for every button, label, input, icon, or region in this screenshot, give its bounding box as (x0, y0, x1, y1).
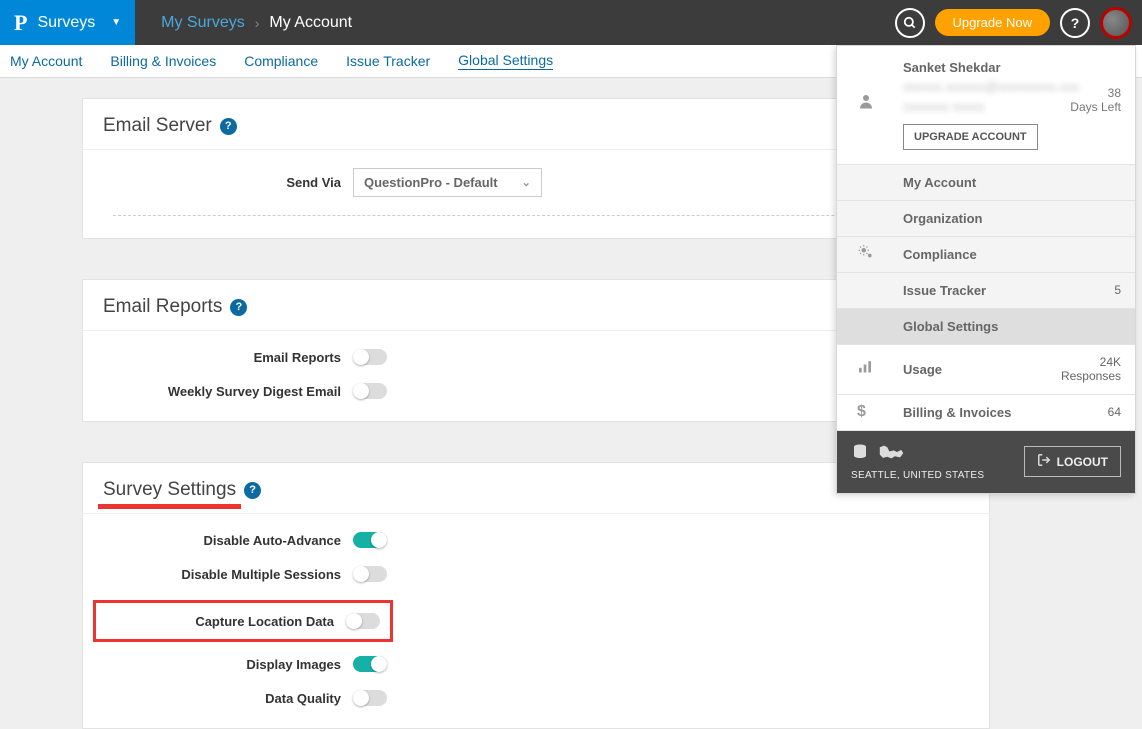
product-name: Surveys (37, 14, 95, 32)
profile-summary: Sanket Shekdar xxxxxx.xxxxxx@xxxxxxxxx.x… (837, 46, 1135, 165)
breadcrumb-current: My Account (269, 14, 352, 32)
label-disable-multiple-sessions: Disable Multiple Sessions (103, 567, 353, 582)
divider (113, 215, 959, 216)
chevron-down-icon: ⌄ (522, 176, 531, 189)
days-left-label: Days Left (1070, 100, 1121, 114)
profile-dropdown: Sanket Shekdar xxxxxx.xxxxxx@xxxxxxxxx.x… (836, 45, 1136, 494)
help-icon[interactable]: ? (220, 118, 237, 135)
row-disable-auto-advance: Disable Auto-Advance (103, 532, 969, 548)
product-switcher[interactable]: P Surveys ▼ (0, 0, 135, 45)
select-value: QuestionPro - Default (364, 175, 498, 190)
profile-name: Sanket Shekdar (903, 60, 1121, 75)
profile-footer: SEATTLE, UNITED STATES LOGOUT (837, 431, 1135, 493)
profile-item-count: 24K Responses (1061, 355, 1121, 384)
breadcrumb-parent[interactable]: My Surveys (161, 14, 245, 32)
toggle-data-quality[interactable] (353, 690, 387, 706)
profile-item-label: Billing & Invoices (903, 405, 1011, 420)
subtab-global-settings[interactable]: Global Settings (458, 52, 553, 70)
profile-menu: My Account Organization Compliance Issue… (837, 165, 1135, 431)
days-left: 38 Days Left (1070, 86, 1121, 115)
panel-title: Survey Settings (103, 479, 236, 501)
subtab-my-account[interactable]: My Account (10, 53, 82, 69)
breadcrumb: My Surveys › My Account (135, 14, 352, 32)
label-data-quality: Data Quality (103, 691, 353, 706)
label-email-reports: Email Reports (103, 350, 353, 365)
profile-item-label: Issue Tracker (903, 283, 986, 298)
topbar-right: Upgrade Now ? (895, 7, 1142, 39)
avatar-button[interactable] (1100, 7, 1132, 39)
profile-item-usage[interactable]: Usage 24K Responses (837, 345, 1135, 395)
toggle-disable-multiple-sessions[interactable] (353, 566, 387, 582)
panel-title: Email Server (103, 115, 212, 137)
profile-item-label: My Account (903, 175, 976, 190)
select-send-via[interactable]: QuestionPro - Default ⌄ (353, 168, 542, 197)
bar-chart-icon (857, 359, 873, 380)
logout-label: LOGOUT (1057, 455, 1108, 469)
help-icon[interactable]: ? (244, 482, 261, 499)
row-disable-multiple-sessions: Disable Multiple Sessions (103, 566, 969, 582)
question-icon: ? (1071, 15, 1080, 31)
label-capture-location-data: Capture Location Data (106, 614, 346, 629)
profile-item-compliance[interactable]: Compliance (837, 237, 1135, 273)
row-capture-location-data: Capture Location Data (103, 600, 969, 642)
search-icon (903, 16, 917, 30)
profile-item-count: 5 (1114, 283, 1121, 297)
toggle-email-reports[interactable] (353, 349, 387, 365)
profile-item-billing[interactable]: $ Billing & Invoices 64 (837, 395, 1135, 431)
row-display-images: Display Images (103, 656, 969, 672)
profile-item-label: Usage (903, 362, 942, 377)
highlight-box: Capture Location Data (93, 600, 393, 642)
label-disable-auto-advance: Disable Auto-Advance (103, 533, 353, 548)
profile-item-global-settings[interactable]: Global Settings (837, 309, 1135, 345)
help-icon[interactable]: ? (230, 299, 247, 316)
label-weekly-digest: Weekly Survey Digest Email (103, 384, 353, 399)
subtab-billing[interactable]: Billing & Invoices (110, 53, 216, 69)
database-icon (851, 443, 869, 464)
profile-item-label: Organization (903, 211, 982, 226)
panel-survey-settings: Survey Settings ? Disable Auto-Advance D… (82, 462, 990, 729)
profile-item-label: Compliance (903, 247, 977, 262)
gears-icon (857, 243, 875, 266)
help-button[interactable]: ? (1060, 8, 1090, 38)
label-display-images: Display Images (103, 657, 353, 672)
profile-location: SEATTLE, UNITED STATES (851, 470, 984, 481)
profile-item-organization[interactable]: Organization (837, 201, 1135, 237)
footer-left: SEATTLE, UNITED STATES (851, 443, 984, 481)
logo-icon: P (14, 10, 27, 36)
days-left-number: 38 (1070, 86, 1121, 100)
chevron-down-icon: ▼ (111, 17, 121, 28)
top-bar: P Surveys ▼ My Surveys › My Account Upgr… (0, 0, 1142, 45)
profile-item-count: 64 (1108, 405, 1121, 419)
subtab-compliance[interactable]: Compliance (244, 53, 318, 69)
dollar-icon: $ (857, 404, 866, 420)
upgrade-button[interactable]: Upgrade Now (935, 9, 1051, 36)
toggle-display-images[interactable] (353, 656, 387, 672)
profile-item-issue-tracker[interactable]: Issue Tracker 5 (837, 273, 1135, 309)
toggle-disable-auto-advance[interactable] (353, 532, 387, 548)
logout-button[interactable]: LOGOUT (1024, 446, 1121, 477)
subtab-issue-tracker[interactable]: Issue Tracker (346, 53, 430, 69)
user-icon (857, 92, 875, 115)
profile-item-my-account[interactable]: My Account (837, 165, 1135, 201)
toggle-capture-location-data[interactable] (346, 613, 380, 629)
logout-icon (1037, 453, 1051, 470)
map-icon (877, 444, 905, 463)
panel-title: Email Reports (103, 296, 222, 318)
upgrade-account-button[interactable]: UPGRADE ACCOUNT (903, 124, 1038, 150)
chevron-right-icon: › (255, 15, 260, 31)
row-data-quality: Data Quality (103, 690, 969, 706)
profile-item-label: Global Settings (903, 319, 998, 334)
toggle-weekly-digest[interactable] (353, 383, 387, 399)
label-send-via: Send Via (103, 175, 353, 190)
search-button[interactable] (895, 8, 925, 38)
